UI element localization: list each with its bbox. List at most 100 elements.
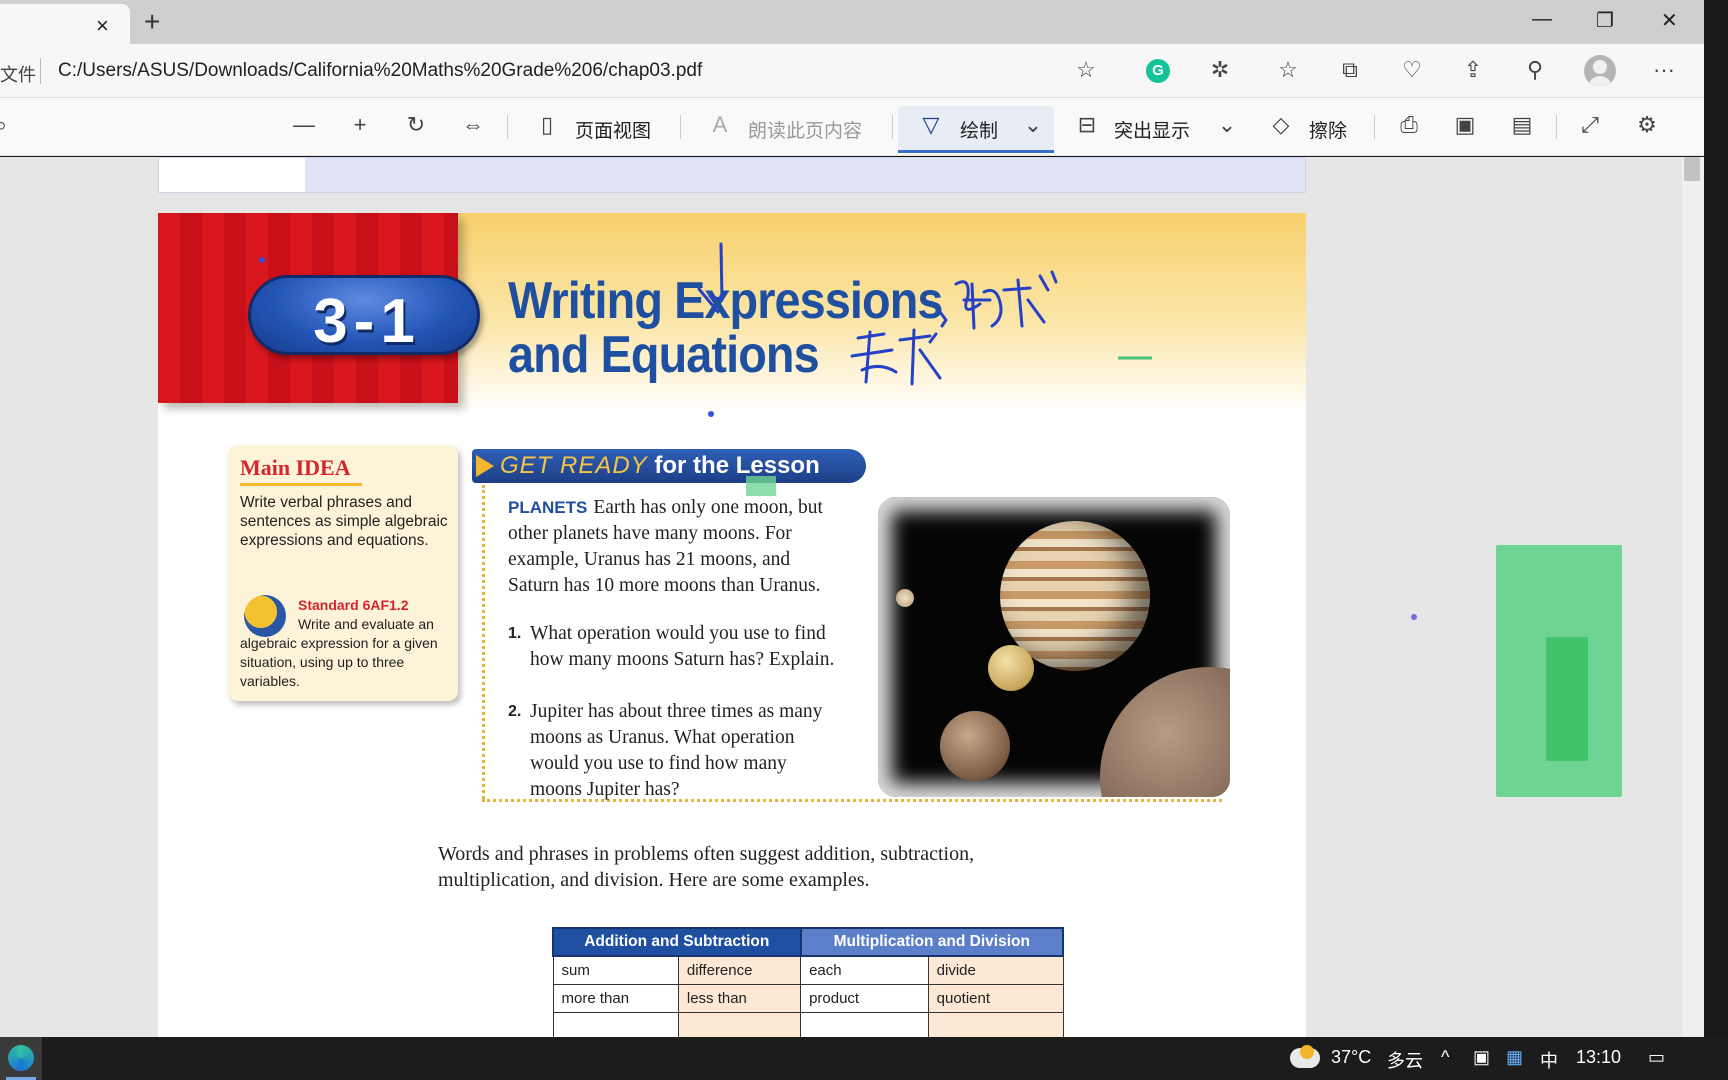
network-icon[interactable]: ▣ xyxy=(1473,1047,1490,1068)
previous-page-bottom xyxy=(158,157,1306,193)
green-highlight-inner xyxy=(1546,637,1588,761)
edge-icon xyxy=(8,1045,34,1071)
question-item: 2. Jupiter has about three times as many… xyxy=(508,699,838,803)
active-tab[interactable]: × xyxy=(0,4,130,44)
collections-icon[interactable]: ⧉ xyxy=(1336,57,1364,83)
pdf-viewer[interactable]: 3-1 Writing Expressions and Equations Ma… xyxy=(0,157,1704,1037)
question-number: 2. xyxy=(508,703,522,720)
page-view-button[interactable]: 页面视图 xyxy=(575,116,651,143)
main-idea-underline xyxy=(240,483,362,486)
table-cell: product xyxy=(800,983,929,1013)
read-aloud-icon: A xyxy=(712,112,728,137)
table-cell xyxy=(927,1011,1064,1037)
get-ready-rest: for the Lesson xyxy=(654,452,820,479)
pdf-page: 3-1 Writing Expressions and Equations Ma… xyxy=(158,213,1306,1037)
table-cell: difference xyxy=(677,955,802,985)
address-divider xyxy=(40,58,41,84)
minimize-icon[interactable]: — xyxy=(1532,8,1552,31)
toolbar-divider xyxy=(1556,115,1557,139)
erase-button[interactable]: 擦除 xyxy=(1309,116,1347,143)
scrollbar-thumb[interactable] xyxy=(1684,157,1700,181)
story-lead: PLANETS xyxy=(508,498,588,517)
address-bar: 文件 C:/Users/ASUS/Downloads/California%20… xyxy=(0,44,1704,98)
zoom-in-icon[interactable]: + xyxy=(345,112,375,138)
green-highlight-mark xyxy=(1496,545,1622,797)
window-close-icon[interactable]: ✕ xyxy=(1661,8,1678,33)
profile-sync-icon[interactable]: ⚲ xyxy=(1521,57,1549,83)
rotate-icon[interactable]: ↻ xyxy=(401,112,431,138)
table-cell xyxy=(677,1011,802,1037)
lesson-title-line2: and Equations xyxy=(508,326,820,384)
scrollbar-track[interactable] xyxy=(1682,157,1704,1037)
table-row: more than less than product quotient xyxy=(552,983,1064,1013)
weather-condition[interactable]: 多云 xyxy=(1387,1047,1423,1073)
chevron-up-icon[interactable]: ^ xyxy=(1441,1047,1449,1068)
favorite-add-icon[interactable]: ☆ xyxy=(1072,57,1100,83)
body-paragraph: Words and phrases in problems often sugg… xyxy=(438,843,975,891)
print-icon[interactable]: ⎙ xyxy=(1394,112,1424,138)
question-number: 1. xyxy=(508,625,522,642)
table-header: Addition and Subtraction xyxy=(552,927,802,957)
clock[interactable]: 13:10 xyxy=(1576,1047,1621,1068)
zoom-out-icon[interactable]: — xyxy=(289,112,319,138)
table-cell xyxy=(800,1011,929,1037)
table-cell: less than xyxy=(677,983,802,1013)
share-icon[interactable]: ⇪ xyxy=(1459,57,1487,83)
jupiter-moons-photo xyxy=(878,497,1230,797)
save-as-icon[interactable]: ▤ xyxy=(1507,112,1537,138)
edge-taskbar-button[interactable] xyxy=(0,1037,42,1080)
table-cell: divide xyxy=(927,955,1064,985)
notification-icon[interactable]: ▭ xyxy=(1648,1047,1665,1068)
standard-text: Write and evaluate an algebraic expressi… xyxy=(240,616,438,689)
settings-gear-icon[interactable]: ⚙ xyxy=(1632,112,1662,138)
toolbar-divider xyxy=(507,115,508,139)
table-cell xyxy=(552,1011,679,1037)
moon-image xyxy=(988,645,1034,691)
main-idea-text: Write verbal phrases and sentences as si… xyxy=(240,494,448,549)
restore-icon[interactable]: ❐ xyxy=(1596,8,1614,33)
table-row xyxy=(552,1011,1064,1037)
lesson-title-line1: Writing Expressions xyxy=(508,272,943,330)
table-cell: sum xyxy=(552,955,679,985)
page-view-icon[interactable]: ▯ xyxy=(532,112,562,138)
temperature[interactable]: 37°C xyxy=(1331,1047,1371,1068)
new-tab-button[interactable]: + xyxy=(144,6,160,38)
url-field[interactable]: C:/Users/ASUS/Downloads/California%20Mat… xyxy=(58,60,702,82)
table-header: Multiplication and Division xyxy=(799,927,1065,957)
favorites-icon[interactable]: ☆ xyxy=(1274,57,1302,83)
get-ready-title: GET READY for the Lesson xyxy=(500,452,820,480)
get-ready-arrow-icon xyxy=(476,455,494,477)
save-icon[interactable]: ▣ xyxy=(1450,112,1480,138)
grammarly-icon[interactable]: G xyxy=(1146,59,1170,83)
table-header-row: Addition and Subtraction Multiplication … xyxy=(552,927,1065,957)
app-tray-icon[interactable]: ▦ xyxy=(1506,1047,1523,1068)
tab-close-icon[interactable]: × xyxy=(96,13,109,39)
draw-pen-icon: ▽ xyxy=(922,112,940,137)
toolbar-divider xyxy=(1374,115,1375,139)
search-icon[interactable]: ⌕ xyxy=(0,112,16,138)
more-icon[interactable]: ··· xyxy=(1650,57,1678,83)
eraser-icon[interactable]: ◇ xyxy=(1266,112,1296,138)
get-ready-highlight: GET READY xyxy=(500,452,648,479)
table-cell: each xyxy=(800,955,929,985)
read-aloud-button[interactable]: 朗读此页内容 xyxy=(748,116,862,143)
moon-image xyxy=(1100,667,1230,797)
table-cell: more than xyxy=(552,983,679,1013)
highlight-dropdown-icon[interactable]: ⌄ xyxy=(1212,112,1242,138)
draw-dropdown-icon[interactable]: ⌄ xyxy=(1018,112,1048,138)
browser-essentials-icon[interactable]: ♡ xyxy=(1398,57,1426,83)
draw-active-indicator xyxy=(898,150,1054,153)
extensions-icon[interactable]: ✲ xyxy=(1206,57,1234,83)
highlight-button[interactable]: 突出显示 xyxy=(1114,116,1190,143)
avatar[interactable] xyxy=(1584,55,1616,87)
highlight-icon[interactable]: ⊟ xyxy=(1072,112,1102,138)
tab-strip: × + — ❐ ✕ xyxy=(0,0,1704,44)
planets-story: PLANETS Earth has only one moon, but othe… xyxy=(508,495,838,599)
previous-page-blank xyxy=(159,158,305,192)
fullscreen-icon[interactable]: ⤢ xyxy=(1575,112,1605,138)
table-row: sum difference each divide xyxy=(552,955,1064,985)
fit-width-icon[interactable]: ⇔ xyxy=(458,112,488,138)
question-text: What operation would you use to find how… xyxy=(530,623,835,670)
moon-image xyxy=(940,711,1010,781)
ime-indicator[interactable]: 中 xyxy=(1540,1047,1558,1073)
